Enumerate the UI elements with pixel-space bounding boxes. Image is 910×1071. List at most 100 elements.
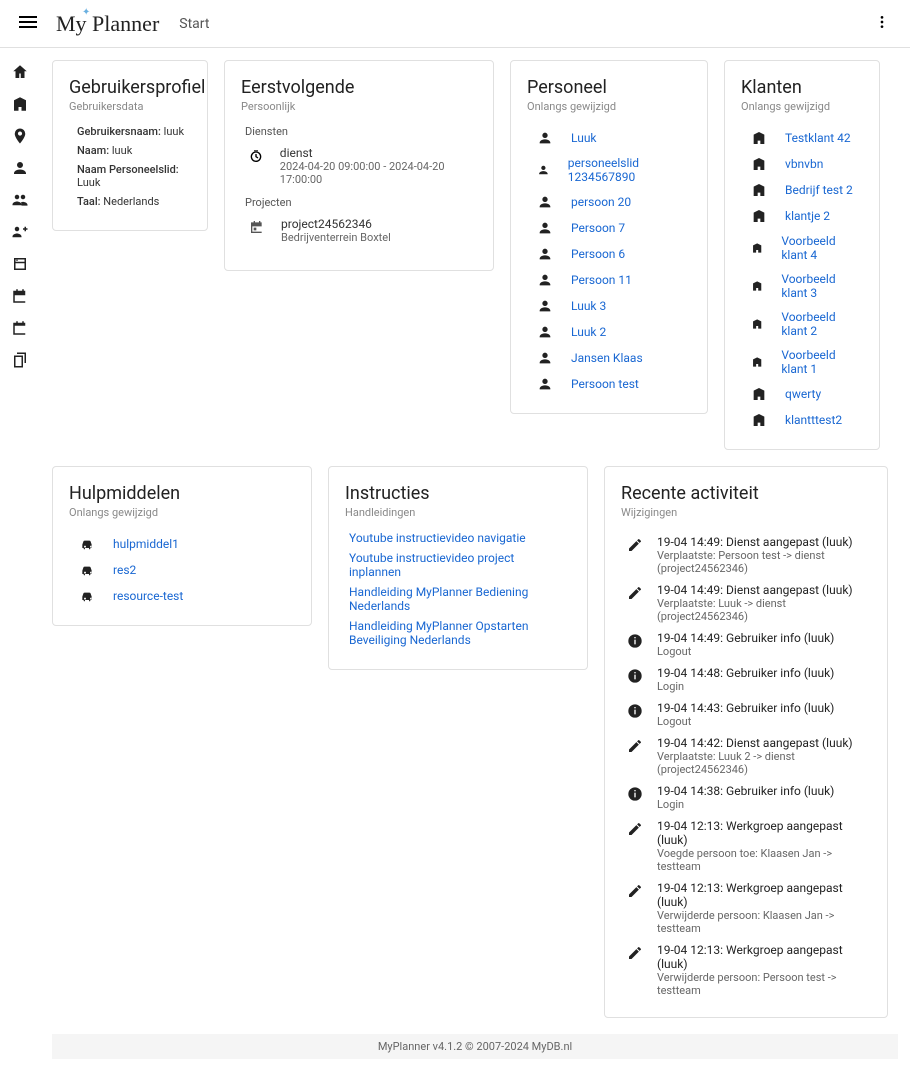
link[interactable]: Persoon 6 (571, 247, 625, 261)
nav-calendar[interactable] (0, 280, 40, 312)
activity-row: 19-04 14:49: Gebruiker info (luuk)Logout (621, 627, 871, 662)
dienst-name: dienst (280, 146, 477, 160)
link[interactable]: klantje 2 (785, 209, 830, 223)
activity-detail: Verwijderde persoon: Klaasen Jan -> test… (657, 909, 865, 935)
nav-contacts[interactable] (0, 248, 40, 280)
card-title: Recente activiteit (621, 483, 871, 504)
nav-day[interactable] (0, 312, 40, 344)
list-item: klantje 2 (741, 203, 863, 229)
list-item: Voorbeeld klant 1 (741, 343, 863, 381)
building-icon (751, 208, 767, 224)
menu-button[interactable] (16, 10, 40, 38)
card-title: Instructies (345, 483, 571, 504)
activity-title: 19-04 14:49: Dienst aangepast (luuk) (657, 535, 865, 549)
car-icon (79, 536, 95, 552)
link[interactable]: persoon 20 (571, 195, 631, 209)
person-icon (537, 220, 553, 236)
card-upcoming: Eerstvolgende Persoonlijk Diensten diens… (224, 60, 494, 271)
sidebar (0, 48, 40, 1071)
activity-detail: Verwijderde persoon: Persoon test -> tes… (657, 971, 865, 997)
link[interactable]: Luuk 3 (571, 299, 606, 313)
list-item: Persoon 11 (527, 267, 691, 293)
profile-row: Gebruikersnaam: luuk (77, 125, 191, 138)
building-icon (751, 316, 763, 332)
main-content: Gebruikersprofiel Gebruikersdata Gebruik… (40, 48, 910, 1071)
nav-groups[interactable] (0, 184, 40, 216)
link[interactable]: Persoon 7 (571, 221, 625, 235)
nav-locations[interactable] (0, 120, 40, 152)
activity-detail: Login (657, 798, 834, 811)
card-title: Gebruikersprofiel (69, 77, 191, 98)
link[interactable]: Jansen Klaas (571, 351, 643, 365)
instruction-link[interactable]: Youtube instructievideo navigatie (349, 531, 567, 545)
list-item: Persoon 6 (527, 241, 691, 267)
link[interactable]: Voorbeeld klant 1 (781, 348, 853, 376)
dienst-time: 2024-04-20 09:00:00 - 2024-04-20 17:00:0… (280, 160, 477, 186)
edit-icon (627, 738, 643, 754)
activity-title: 19-04 12:13: Werkgroep aangepast (luuk) (657, 881, 865, 909)
card-instructions: Instructies Handleidingen Youtube instru… (328, 466, 588, 670)
link[interactable]: klantttest2 (785, 413, 842, 427)
person-icon (537, 130, 553, 146)
activity-row: 19-04 14:38: Gebruiker info (luuk)Login (621, 780, 871, 815)
activity-title: 19-04 12:13: Werkgroep aangepast (luuk) (657, 819, 865, 847)
nav-company[interactable] (0, 88, 40, 120)
link[interactable]: Voorbeeld klant 4 (781, 234, 853, 262)
activity-row: 19-04 12:13: Werkgroep aangepast (luuk)V… (621, 939, 871, 1001)
building-icon (751, 278, 763, 294)
link[interactable]: resource-test (113, 589, 183, 603)
info-icon (627, 633, 643, 649)
card-title: Hulpmiddelen (69, 483, 295, 504)
list-item: Voorbeeld klant 2 (741, 305, 863, 343)
info-icon (627, 786, 643, 802)
activity-row: 19-04 14:48: Gebruiker info (luuk)Login (621, 662, 871, 697)
person-icon (537, 246, 553, 262)
nav-person[interactable] (0, 152, 40, 184)
more-menu-button[interactable] (870, 10, 894, 38)
nav-group-add[interactable] (0, 216, 40, 248)
topbar: ✦My Planner Start (0, 0, 910, 48)
building-icon (751, 386, 767, 402)
activity-detail: Verplaatste: Luuk -> dienst (project2456… (657, 597, 865, 623)
link[interactable]: vbnvbn (785, 157, 823, 171)
app-logo: ✦My Planner (56, 11, 159, 37)
link[interactable]: Luuk 2 (571, 325, 606, 339)
list-item: resource-test (69, 583, 295, 609)
instruction-link[interactable]: Handleiding MyPlanner Opstarten Beveilig… (349, 619, 567, 647)
dienst-row: dienst 2024-04-20 09:00:00 - 2024-04-20 … (247, 146, 477, 186)
link[interactable]: Bedrijf test 2 (785, 183, 853, 197)
card-title: Eerstvolgende (241, 77, 477, 98)
car-icon (79, 588, 95, 604)
section-diensten: Diensten (245, 125, 477, 138)
card-personnel: Personeel Onlangs gewijzigd Luukpersonee… (510, 60, 708, 414)
activity-detail: Verplaatste: Luuk 2 -> dienst (project24… (657, 750, 865, 776)
activity-title: 19-04 14:48: Gebruiker info (luuk) (657, 666, 834, 680)
nav-copy[interactable] (0, 344, 40, 376)
link[interactable]: Persoon test (571, 377, 639, 391)
list-item: Luuk 2 (527, 319, 691, 345)
instruction-link[interactable]: Youtube instructievideo project inplanne… (349, 551, 567, 579)
nav-home[interactable] (0, 56, 40, 88)
link[interactable]: Persoon 11 (571, 273, 632, 287)
link[interactable]: Testklant 42 (785, 131, 851, 145)
list-item: Persoon test (527, 371, 691, 397)
activity-row: 19-04 14:49: Dienst aangepast (luuk)Verp… (621, 531, 871, 579)
list-item: Voorbeeld klant 4 (741, 229, 863, 267)
link[interactable]: Luuk (571, 131, 597, 145)
profile-row: Naam Personeelslid: Luuk (77, 163, 191, 189)
project-row: project24562346 Bedrijventerrein Boxtel (247, 217, 477, 244)
instruction-link[interactable]: Handleiding MyPlanner Bediening Nederlan… (349, 585, 567, 613)
card-subtitle: Onlangs gewijzigd (69, 506, 295, 519)
link[interactable]: res2 (113, 563, 136, 577)
info-icon (627, 703, 643, 719)
project-location: Bedrijventerrein Boxtel (281, 231, 391, 244)
edit-icon (627, 821, 643, 837)
link[interactable]: personeelslid 1234567890 (568, 156, 681, 184)
card-subtitle: Gebruikersdata (69, 100, 191, 113)
link[interactable]: qwerty (785, 387, 821, 401)
link[interactable]: Voorbeeld klant 3 (781, 272, 853, 300)
link[interactable]: Voorbeeld klant 2 (781, 310, 853, 338)
card-title: Personeel (527, 77, 691, 98)
link[interactable]: hulpmiddel1 (113, 537, 179, 551)
car-icon (79, 562, 95, 578)
